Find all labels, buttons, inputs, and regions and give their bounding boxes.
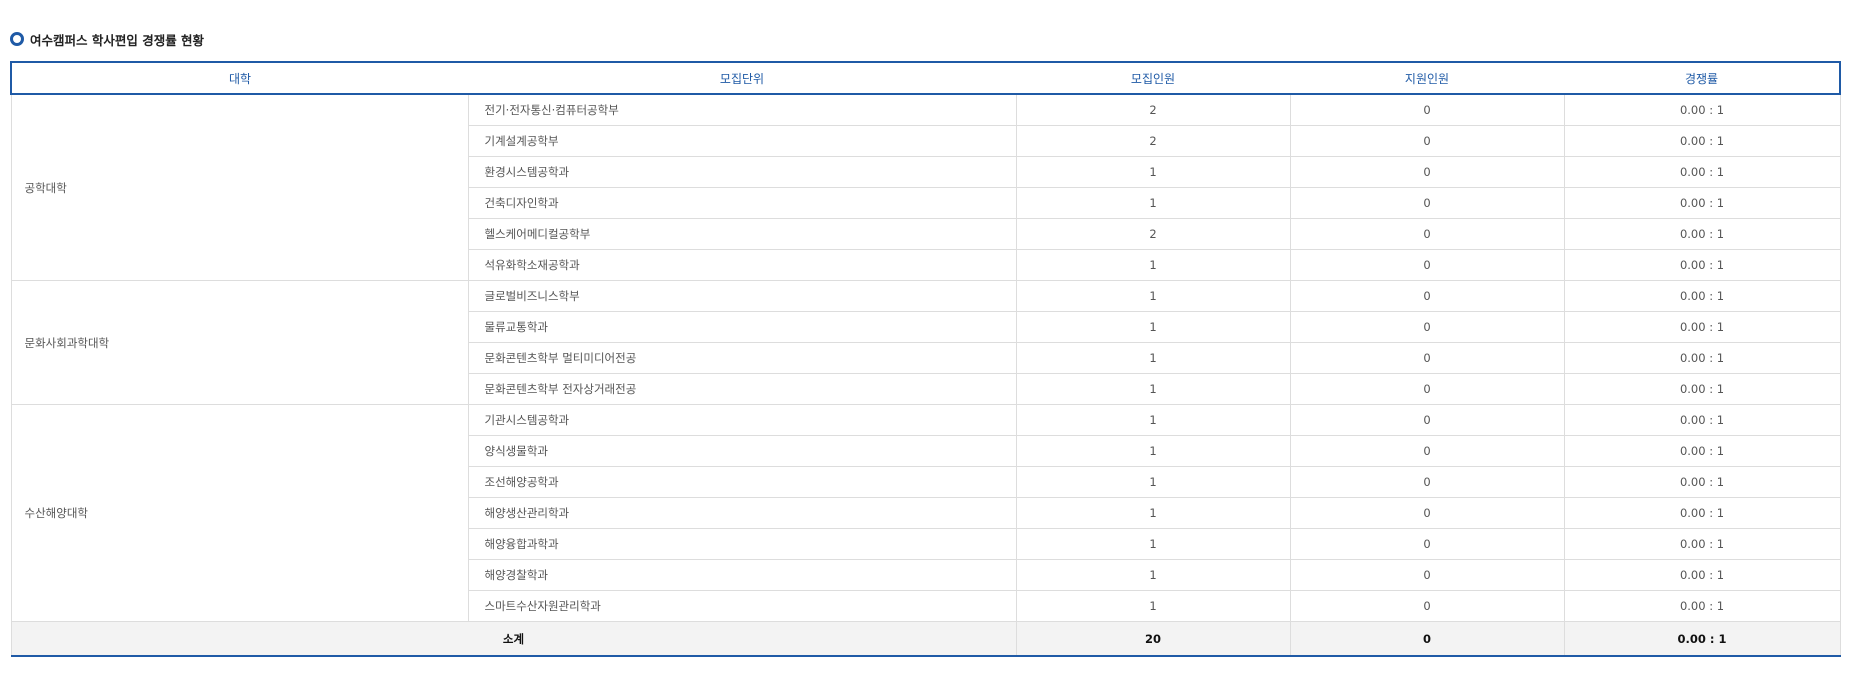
table-body: 공학대학 전기·전자통신·컴퓨터공학부 2 0 0.00 : 1 기계설계공학부 2 0 0.0…	[10, 93, 1841, 622]
competition-rate-table: 대학 모집단위 모집인원 지원인원 경쟁률 공학대학 전기·전자통신·컴퓨터공학부…	[10, 61, 1841, 657]
quota-cell: 2	[1015, 93, 1291, 126]
applicants-cell: 0	[1289, 280, 1565, 312]
table-header: 대학 모집단위 모집인원 지원인원 경쟁률	[10, 61, 1841, 95]
header-applicants: 지원인원	[1290, 61, 1564, 95]
quota-cell: 1	[1015, 590, 1291, 622]
unit-cell: 건축디자인학과	[467, 187, 1017, 219]
table-header-row: 대학 모집단위 모집인원 지원인원 경쟁률	[10, 61, 1841, 95]
total-applicants: 0	[1289, 621, 1565, 657]
quota-cell: 1	[1015, 559, 1291, 591]
unit-cell: 기관시스템공학과	[467, 404, 1017, 436]
unit-cell: 석유화학소재공학과	[467, 249, 1017, 281]
unit-cell: 해양생산관리학과	[467, 497, 1017, 529]
applicants-cell: 0	[1289, 559, 1565, 591]
table-row: 문화사회과학대학 글로벌비즈니스학부 1 0 0.00 : 1	[10, 280, 1841, 405]
header-unit: 모집단위	[468, 61, 1016, 95]
unit-cell: 양식생물학과	[467, 435, 1017, 467]
applicants-cell: 0	[1289, 528, 1565, 560]
ratio-cell: 0.00 : 1	[1563, 218, 1841, 250]
applicants-cell: 0	[1289, 466, 1565, 498]
quota-cell: 1	[1015, 497, 1291, 529]
ratio-cell: 0.00 : 1	[1563, 497, 1841, 529]
quota-cell: 1	[1015, 249, 1291, 281]
total-row: 소계 20 0 0.00 : 1	[10, 621, 1841, 657]
applicants-cell: 0	[1289, 311, 1565, 343]
quota-cell: 1	[1015, 528, 1291, 560]
table-row: 공학대학 전기·전자통신·컴퓨터공학부 2 0 0.00 : 1	[10, 93, 1841, 281]
college-cell: 공학대학	[10, 93, 469, 281]
quota-cell: 1	[1015, 435, 1291, 467]
table-footer: 소계 20 0 0.00 : 1	[10, 621, 1841, 657]
quota-cell: 1	[1015, 280, 1291, 312]
circle-bullet-icon	[10, 32, 24, 46]
unit-cell: 헬스케어메디컬공학부	[467, 218, 1017, 250]
header-college: 대학	[10, 61, 468, 95]
unit-cell: 조선해양공학과	[467, 466, 1017, 498]
applicants-cell: 0	[1289, 435, 1565, 467]
college-cell: 수산해양대학	[10, 404, 469, 622]
ratio-cell: 0.00 : 1	[1563, 93, 1841, 126]
unit-cell: 환경시스템공학과	[467, 156, 1017, 188]
ratio-cell: 0.00 : 1	[1563, 590, 1841, 622]
college-cell: 문화사회과학대학	[10, 280, 469, 405]
unit-cell: 전기·전자통신·컴퓨터공학부	[467, 93, 1017, 126]
applicants-cell: 0	[1289, 342, 1565, 374]
ratio-cell: 0.00 : 1	[1563, 559, 1841, 591]
ratio-cell: 0.00 : 1	[1563, 342, 1841, 374]
applicants-cell: 0	[1289, 497, 1565, 529]
total-quota: 20	[1015, 621, 1291, 657]
unit-cell: 기계설계공학부	[467, 125, 1017, 157]
applicants-cell: 0	[1289, 218, 1565, 250]
ratio-cell: 0.00 : 1	[1563, 125, 1841, 157]
quota-cell: 2	[1015, 125, 1291, 157]
applicants-cell: 0	[1289, 404, 1565, 436]
ratio-cell: 0.00 : 1	[1563, 466, 1841, 498]
ratio-cell: 0.00 : 1	[1563, 280, 1841, 312]
unit-cell: 해양경찰학과	[467, 559, 1017, 591]
applicants-cell: 0	[1289, 93, 1565, 126]
quota-cell: 1	[1015, 311, 1291, 343]
ratio-cell: 0.00 : 1	[1563, 249, 1841, 281]
applicants-cell: 0	[1289, 187, 1565, 219]
ratio-cell: 0.00 : 1	[1563, 528, 1841, 560]
total-ratio: 0.00 : 1	[1563, 621, 1841, 657]
ratio-cell: 0.00 : 1	[1563, 404, 1841, 436]
applicants-cell: 0	[1289, 156, 1565, 188]
applicants-cell: 0	[1289, 373, 1565, 405]
header-ratio: 경쟁률	[1564, 61, 1841, 95]
quota-cell: 1	[1015, 466, 1291, 498]
ratio-cell: 0.00 : 1	[1563, 373, 1841, 405]
quota-cell: 1	[1015, 404, 1291, 436]
quota-cell: 1	[1015, 156, 1291, 188]
table-row: 수산해양대학 기관시스템공학과 1 0 0.00 : 1	[10, 404, 1841, 622]
section-title: 여수캠퍼스 학사편입 경쟁률 현황	[10, 30, 204, 48]
section-title-text: 여수캠퍼스 학사편입 경쟁률 현황	[30, 32, 205, 48]
unit-cell: 스마트수산자원관리학과	[467, 590, 1017, 622]
ratio-cell: 0.00 : 1	[1563, 187, 1841, 219]
quota-cell: 2	[1015, 218, 1291, 250]
unit-cell: 문화콘텐츠학부 멀티미디어전공	[467, 342, 1017, 374]
ratio-cell: 0.00 : 1	[1563, 311, 1841, 343]
unit-cell: 문화콘텐츠학부 전자상거래전공	[467, 373, 1017, 405]
applicants-cell: 0	[1289, 590, 1565, 622]
total-label: 소계	[10, 621, 1017, 657]
unit-cell: 해양융합과학과	[467, 528, 1017, 560]
ratio-cell: 0.00 : 1	[1563, 156, 1841, 188]
quota-cell: 1	[1015, 373, 1291, 405]
ratio-cell: 0.00 : 1	[1563, 435, 1841, 467]
header-quota: 모집인원	[1016, 61, 1290, 95]
unit-cell: 글로벌비즈니스학부	[467, 280, 1017, 312]
unit-cell: 물류교통학과	[467, 311, 1017, 343]
applicants-cell: 0	[1289, 125, 1565, 157]
quota-cell: 1	[1015, 187, 1291, 219]
quota-cell: 1	[1015, 342, 1291, 374]
applicants-cell: 0	[1289, 249, 1565, 281]
